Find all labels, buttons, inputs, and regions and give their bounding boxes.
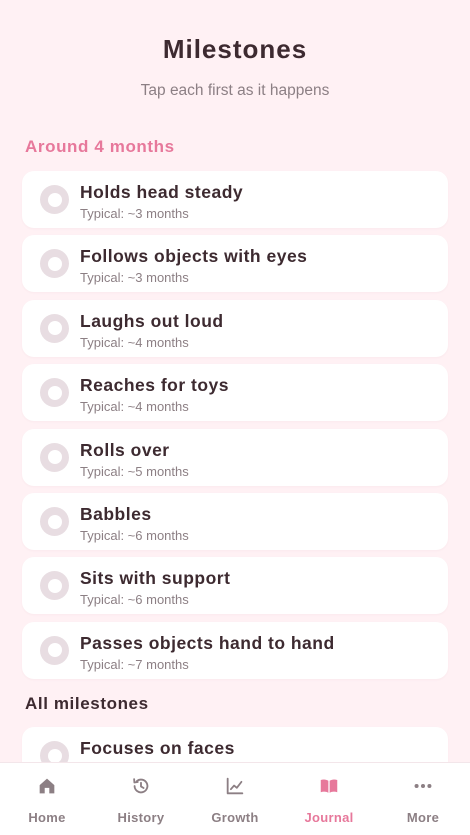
tab-label: History [117,810,165,825]
milestone-title: Reaches for toys [80,375,230,396]
milestone-checkbox[interactable] [40,571,69,601]
section-heading-all: All milestones [25,694,149,713]
milestone-checkbox[interactable] [40,442,69,472]
milestone-checkbox[interactable] [40,507,69,536]
milestone-typical-age: Typical: ~6 months [80,528,189,543]
bottom-tab-bar: Home History Growth Journal More [0,762,470,835]
tab-label: Journal [304,810,354,825]
milestone-typical-age: Typical: ~4 months [80,399,189,415]
milestone-title: Laughs out loud [80,310,224,331]
milestone-title: Passes objects hand to hand [80,632,335,653]
tab-label: Home [28,810,66,825]
milestone-typical-age: Typical: ~3 months [80,206,189,221]
milestone-card[interactable]: Babbles Typical: ~6 months [22,493,448,550]
milestone-title: Babbles [80,504,152,524]
milestone-title: Holds head steady [80,182,244,202]
milestone-typical-age: Typical: ~7 months [80,656,189,672]
page-title: Milestones [162,34,308,64]
tab-home[interactable]: Home [0,763,94,835]
milestone-card[interactable]: Reaches for toys Typical: ~4 months [22,364,448,422]
journal-book-icon [320,779,338,793]
milestone-checkbox[interactable] [40,378,69,408]
milestone-checkbox[interactable] [40,249,69,279]
milestones-screen: Milestones Tap each first as it happens … [0,0,470,835]
home-icon [39,778,55,794]
page-subtitle: Tap each first as it happens [140,82,330,99]
milestone-typical-age: Typical: ~6 months [80,592,189,608]
milestone-checkbox[interactable] [40,635,69,665]
milestone-card[interactable]: Sits with support Typical: ~6 months [22,557,448,615]
milestone-checkbox[interactable] [40,185,69,214]
milestone-title: Follows objects with eyes [80,246,308,267]
milestone-checkbox[interactable] [40,313,69,343]
milestone-title: Focuses on faces [80,738,235,758]
milestone-card[interactable]: Holds head steady Typical: ~3 months [22,171,448,228]
header: Milestones Tap each first as it happens [0,0,470,100]
tab-label: More [406,810,440,825]
history-icon [133,778,149,794]
growth-chart-icon [226,777,244,795]
milestone-title: Rolls over [80,439,170,460]
milestone-card[interactable]: Passes objects hand to hand Typical: ~7 … [22,621,448,679]
section-heading-current: Around 4 months [25,137,175,156]
milestone-card[interactable]: Follows objects with eyes Typical: ~3 mo… [22,235,448,293]
milestone-typical-age: Typical: ~3 months [80,270,189,286]
tab-more[interactable]: More [376,763,470,835]
milestone-typical-age: Typical: ~5 months [80,463,189,479]
tab-journal[interactable]: Journal [282,763,376,835]
milestone-title: Sits with support [80,568,231,589]
more-dots-icon [414,783,432,789]
tab-history[interactable]: History [94,763,188,835]
tab-label: Growth [211,810,259,825]
milestone-card[interactable]: Laughs out loud Typical: ~4 months [22,299,448,357]
tab-growth[interactable]: Growth [188,763,282,835]
milestone-card[interactable]: Rolls over Typical: ~5 months [22,428,448,486]
milestone-typical-age: Typical: ~4 months [80,334,189,350]
